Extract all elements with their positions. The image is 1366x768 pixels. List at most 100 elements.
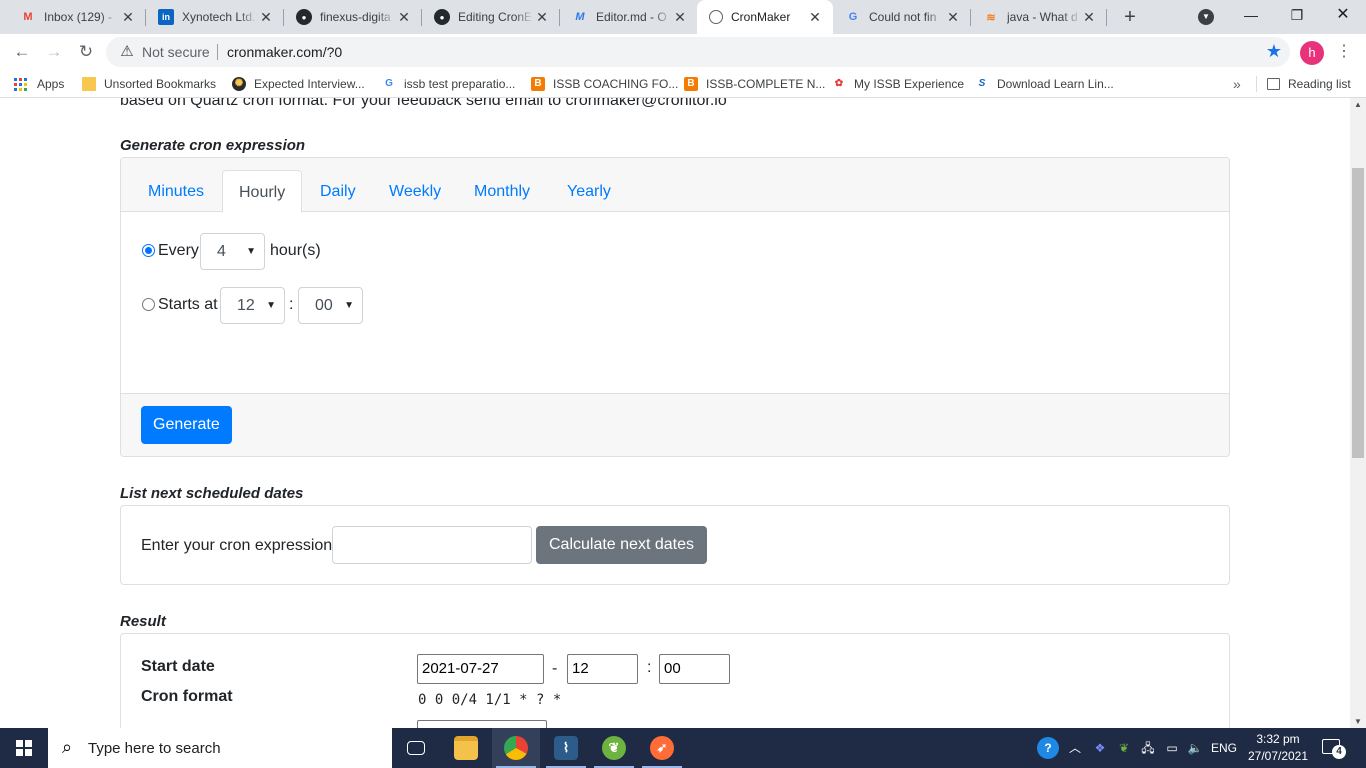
task-view-button[interactable] bbox=[392, 728, 440, 768]
every-hours-value: 4 bbox=[217, 243, 226, 260]
generate-card: Minutes Hourly Daily Weekly Monthly Year… bbox=[120, 157, 1230, 457]
notifications-button[interactable]: 4 bbox=[1322, 737, 1346, 759]
bookmarks-overflow-icon[interactable]: » bbox=[1233, 70, 1241, 98]
blogger-icon: B bbox=[684, 77, 698, 91]
bookmark-download-learn[interactable]: S Download Learn Lin... bbox=[975, 70, 1114, 98]
close-icon[interactable]: ✕ bbox=[534, 9, 550, 26]
tab-gmail[interactable]: M Inbox (129) - ✕ bbox=[8, 0, 146, 34]
generate-button[interactable]: Generate bbox=[141, 406, 232, 444]
page-viewport: based on Quartz cron format. For your fe… bbox=[0, 98, 1350, 728]
bookmark-unsorted[interactable]: Unsorted Bookmarks bbox=[82, 70, 216, 98]
bookmark-my-issb[interactable]: ✿ My ISSB Experience bbox=[832, 70, 964, 98]
start-date-input[interactable]: 2021-07-27 bbox=[417, 654, 544, 684]
bookmark-expected-interview[interactable]: ✺ Expected Interview... bbox=[232, 70, 365, 98]
tab-daily[interactable]: Daily bbox=[304, 170, 372, 213]
bookmark-issb-test[interactable]: G issb test preparatio... bbox=[382, 70, 515, 98]
bookmark-issb-coaching[interactable]: B ISSB COACHING FO... bbox=[531, 70, 678, 98]
reading-list-button[interactable]: Reading list bbox=[1267, 70, 1351, 98]
postman-app[interactable]: ➶ bbox=[638, 728, 686, 768]
tab-editormd[interactable]: M Editor.md - O ✕ bbox=[560, 0, 698, 34]
apps-grid-icon bbox=[14, 77, 27, 91]
close-icon[interactable]: ✕ bbox=[807, 9, 823, 26]
file-explorer-app[interactable] bbox=[442, 728, 490, 768]
bookmark-issb-complete[interactable]: B ISSB-COMPLETE N... bbox=[684, 70, 825, 98]
tab-yearly[interactable]: Yearly bbox=[551, 170, 627, 213]
network-icon[interactable]: 🖧 bbox=[1138, 728, 1158, 768]
minimize-button[interactable]: — bbox=[1228, 0, 1274, 34]
profile-avatar[interactable]: h bbox=[1300, 41, 1324, 65]
teams-icon[interactable]: ❖ bbox=[1090, 728, 1110, 768]
language-indicator[interactable]: ENG bbox=[1209, 728, 1239, 768]
start-minute-select[interactable]: 00 ▼ bbox=[298, 287, 363, 324]
scroll-down-icon[interactable]: ▼ bbox=[1350, 717, 1366, 726]
start-hour-value: 12 bbox=[237, 297, 255, 314]
chrome-app[interactable] bbox=[492, 728, 540, 768]
url-text[interactable]: cronmaker.com/?0 bbox=[227, 44, 342, 60]
bookmark-label: Apps bbox=[37, 77, 65, 91]
close-icon[interactable]: ✕ bbox=[258, 9, 274, 26]
tab-stackoverflow[interactable]: ≋ java - What d ✕ bbox=[971, 0, 1107, 34]
security-label[interactable]: Not secure bbox=[142, 44, 210, 60]
next-input-partial[interactable] bbox=[417, 720, 547, 728]
window-close-button[interactable]: ✕ bbox=[1320, 0, 1366, 34]
cron-format-label: Cron format bbox=[141, 688, 233, 705]
every-label: Every bbox=[158, 242, 199, 259]
google-icon: G bbox=[848, 11, 858, 23]
every-hours-select[interactable]: 4 ▼ bbox=[200, 233, 265, 270]
editormd-icon: M bbox=[575, 11, 585, 23]
start-button[interactable] bbox=[0, 728, 48, 768]
close-icon[interactable]: ✕ bbox=[396, 9, 412, 26]
bookmarks-bar: Apps Unsorted Bookmarks ✺ Expected Inter… bbox=[0, 70, 1366, 98]
result-minute-input[interactable]: 00 bbox=[659, 654, 730, 684]
new-tab-button[interactable]: + bbox=[1117, 4, 1143, 30]
tab-google[interactable]: G Could not fin ✕ bbox=[833, 0, 971, 34]
tab-minutes[interactable]: Minutes bbox=[132, 170, 220, 213]
restore-button[interactable]: ❐ bbox=[1274, 0, 1320, 34]
reload-button[interactable]: ↻ bbox=[74, 40, 98, 64]
bookmark-label: Expected Interview... bbox=[254, 77, 365, 91]
close-icon[interactable]: ✕ bbox=[672, 9, 688, 26]
battery-icon[interactable]: ▭ bbox=[1162, 728, 1182, 768]
volume-icon[interactable]: 🔈 bbox=[1184, 728, 1206, 768]
taskbar-clock[interactable]: 3:32 pm 27/07/2021 bbox=[1246, 731, 1310, 765]
tab-github-finexus[interactable]: ● finexus-digita ✕ bbox=[284, 0, 422, 34]
tab-github-editing[interactable]: ● Editing CronE ✕ bbox=[422, 0, 560, 34]
tab-weekly[interactable]: Weekly bbox=[373, 170, 457, 213]
spring-tray-icon[interactable]: ❦ bbox=[1114, 728, 1134, 768]
cron-expression-input[interactable] bbox=[332, 526, 532, 564]
list-card: Enter your cron expression Calculate nex… bbox=[120, 505, 1230, 585]
generate-section-title: Generate cron expression bbox=[120, 137, 306, 154]
help-icon[interactable]: ? bbox=[1036, 728, 1060, 768]
tray-overflow-chevron-icon[interactable]: ︿ bbox=[1066, 728, 1084, 768]
reading-list-label: Reading list bbox=[1288, 77, 1351, 91]
tab-linkedin[interactable]: in Xynotech Ltd.: ✕ bbox=[146, 0, 284, 34]
scroll-up-icon[interactable]: ▲ bbox=[1350, 100, 1366, 109]
bookmark-apps[interactable]: Apps bbox=[14, 70, 64, 98]
taskbar-search-box[interactable]: ⌕ Type here to search bbox=[48, 728, 392, 768]
close-icon[interactable]: ✕ bbox=[1081, 9, 1097, 26]
back-button[interactable]: ← bbox=[10, 40, 34, 64]
close-icon[interactable]: ✕ bbox=[945, 9, 961, 26]
every-radio[interactable] bbox=[142, 244, 155, 257]
result-hour-input[interactable]: 12 bbox=[567, 654, 638, 684]
close-icon[interactable]: ✕ bbox=[120, 9, 136, 26]
hours-suffix-label: hour(s) bbox=[270, 242, 321, 259]
scroll-thumb[interactable] bbox=[1352, 168, 1364, 458]
warning-icon[interactable]: ⚠ bbox=[118, 43, 136, 61]
start-hour-select[interactable]: 12 ▼ bbox=[220, 287, 285, 324]
starts-at-radio[interactable] bbox=[142, 298, 155, 311]
chevron-down-icon: ▼ bbox=[344, 300, 354, 311]
tab-cronmaker[interactable]: CronMaker ✕ bbox=[697, 0, 833, 34]
address-bar[interactable]: ⚠ Not secure cronmaker.com/?0 ★ bbox=[106, 37, 1290, 67]
bookmark-star-icon[interactable]: ★ bbox=[1266, 41, 1282, 62]
spring-tool-app[interactable]: ❦ bbox=[590, 728, 638, 768]
mysql-workbench-app[interactable]: ⌇ bbox=[542, 728, 590, 768]
kebab-menu-icon[interactable]: ⋮ bbox=[1336, 40, 1352, 64]
tab-hourly[interactable]: Hourly bbox=[222, 170, 303, 213]
calculate-next-dates-button[interactable]: Calculate next dates bbox=[536, 526, 707, 564]
tab-search-icon[interactable]: ▼ bbox=[1198, 9, 1214, 25]
page-scrollbar[interactable]: ▲ ▼ bbox=[1350, 98, 1366, 728]
forward-button[interactable]: → bbox=[42, 40, 66, 64]
intro-text: based on Quartz cron format. For your fe… bbox=[120, 98, 727, 109]
tab-monthly[interactable]: Monthly bbox=[458, 170, 546, 213]
